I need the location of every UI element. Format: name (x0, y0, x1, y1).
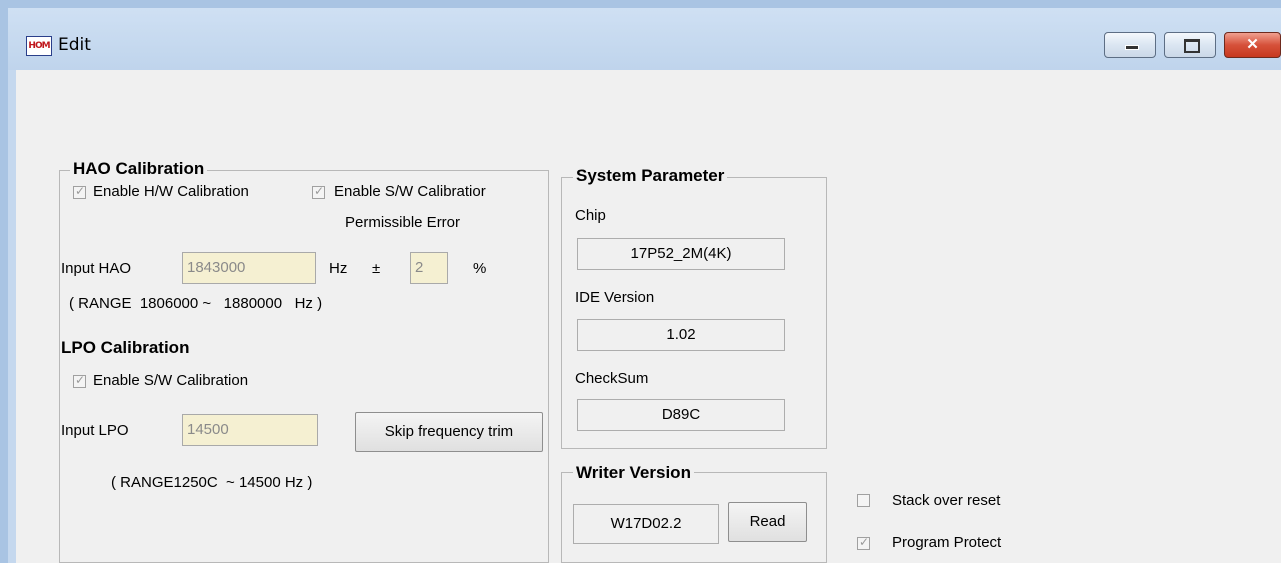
close-button[interactable]: ✕ (1224, 32, 1281, 58)
program-protect-label: Program Protect (892, 534, 1002, 551)
input-lpo-label: Input LPO (61, 422, 129, 439)
hao-input-field[interactable]: 1843000 (182, 252, 316, 284)
lpo-sw-calibration-label: Enable S/W Calibration (93, 372, 249, 389)
ide-version-label: IDE Version (575, 289, 655, 306)
plusminus-label: ± (372, 260, 381, 277)
hw-calibration-checkbox[interactable]: ✓ (73, 184, 86, 199)
check-icon: ✓ (75, 184, 86, 198)
window-title: Edit (58, 35, 91, 55)
error-input-field[interactable]: 2 (410, 252, 448, 284)
check-icon: ✓ (75, 373, 86, 387)
check-icon: ✓ (859, 535, 870, 549)
app-logo-icon: HOM (26, 36, 52, 56)
hao-range-text: ( RANGE 1806000 ~ 1880000 Hz ) (69, 295, 323, 312)
title-bar[interactable]: HOM Edit ✕ (8, 8, 1281, 70)
check-icon: ✓ (314, 184, 325, 198)
hz-unit-label: Hz (329, 260, 348, 277)
lpo-range-text: ( RANGE1250C ~ 14500 Hz ) (111, 474, 313, 491)
lpo-input-field[interactable]: 14500 (182, 414, 318, 446)
chip-label: Chip (575, 207, 606, 224)
checksum-value: D89C (577, 399, 785, 431)
minimize-icon (1125, 45, 1139, 50)
system-group-title: System Parameter (573, 166, 728, 186)
read-button[interactable]: Read (728, 502, 807, 542)
hao-group-title: HAO Calibration (70, 159, 208, 179)
program-protect-checkbox[interactable]: ✓ (857, 535, 870, 550)
stack-over-reset-label: Stack over reset (892, 492, 1001, 509)
edit-window: HOM Edit ✕ HAO Calibration ✓ Enable H/W … (8, 8, 1281, 563)
close-icon: ✕ (1246, 36, 1259, 53)
writer-version-value: W17D02.2 (573, 504, 719, 544)
stack-over-reset-checkbox[interactable] (857, 494, 870, 507)
sw-calibration-checkbox[interactable]: ✓ (312, 184, 325, 199)
percent-label: % (473, 260, 487, 277)
lpo-sw-calibration-checkbox[interactable]: ✓ (73, 373, 86, 388)
input-hao-label: Input HAO (61, 260, 132, 277)
checksum-label: CheckSum (575, 370, 649, 387)
ide-version-value: 1.02 (577, 319, 785, 351)
hao-calibration-group (59, 170, 549, 563)
hw-calibration-label: Enable H/W Calibration (93, 183, 249, 200)
maximize-button[interactable] (1164, 32, 1216, 58)
minimize-button[interactable] (1104, 32, 1156, 58)
permissible-error-label: Permissible Error (345, 214, 461, 231)
sw-calibration-label: Enable S/W Calibratior (334, 183, 486, 200)
skip-frequency-trim-button[interactable]: Skip frequency trim (355, 412, 543, 452)
maximize-icon (1184, 39, 1200, 53)
writer-group-title: Writer Version (573, 463, 694, 483)
lpo-group-title: LPO Calibration (61, 338, 190, 357)
chip-value: 17P52_2M(4K) (577, 238, 785, 270)
client-area: HAO Calibration ✓ Enable H/W Calibration… (16, 70, 1281, 563)
